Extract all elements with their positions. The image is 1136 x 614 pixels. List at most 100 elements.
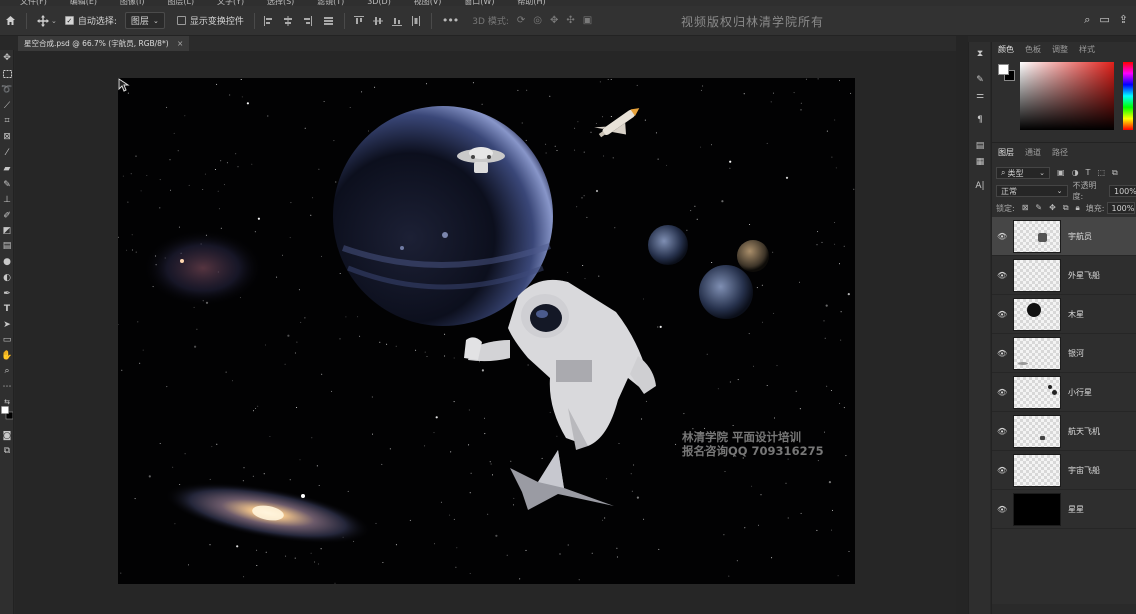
path-selection-tool-icon[interactable]: ➤ xyxy=(1,319,13,331)
menu-filter[interactable]: 滤镜(T) xyxy=(317,0,344,6)
quick-select-tool-icon[interactable]: ⟋ xyxy=(1,100,13,112)
quick-mask-icon[interactable]: ◙ xyxy=(1,430,13,442)
layer-row[interactable]: 👁︎ 航天飞机 xyxy=(992,412,1136,451)
tab-paths[interactable]: 路径 xyxy=(1052,147,1068,158)
tab-color[interactable]: 颜色 xyxy=(998,44,1014,55)
screen-mode-icon[interactable]: ⧉ xyxy=(1,445,13,457)
crop-tool-icon[interactable]: ⌗ xyxy=(1,115,13,127)
brush-settings-icon[interactable]: ✎ xyxy=(974,74,986,86)
chevron-down-icon[interactable]: ⌄ xyxy=(51,17,57,25)
rectangle-tool-icon[interactable]: ▭ xyxy=(1,334,13,346)
visibility-eye-icon[interactable]: 👁︎ xyxy=(997,505,1009,514)
visibility-eye-icon[interactable]: 👁︎ xyxy=(997,427,1009,436)
tab-layers[interactable]: 图层 xyxy=(998,147,1014,158)
layer-row[interactable]: 👁︎ 宇航员 xyxy=(992,217,1136,256)
align-right-icon[interactable] xyxy=(302,15,312,26)
visibility-eye-icon[interactable]: 👁︎ xyxy=(997,271,1009,280)
libraries-icon[interactable]: ▤ xyxy=(974,140,986,152)
menu-3d[interactable]: 3D(D) xyxy=(367,0,391,6)
more-options-icon[interactable]: ••• xyxy=(442,14,459,27)
align-horizontal-center-icon[interactable] xyxy=(283,15,293,26)
filter-pixel-icon[interactable]: ▣ xyxy=(1057,168,1065,178)
layer-row[interactable]: 👁︎ 小行星 xyxy=(992,373,1136,412)
document-canvas[interactable]: 林清学院 平面设计培训 报名咨询QQ 709316275 xyxy=(118,78,855,584)
paragraph-icon[interactable]: ¶ xyxy=(974,114,986,126)
zoom-tool-icon[interactable]: ⌕ xyxy=(1,365,13,377)
eraser-tool-icon[interactable]: ◩ xyxy=(1,225,13,237)
layer-filter-dropdown[interactable]: ⌕ 类型 ⌄ xyxy=(996,167,1050,179)
menu-layer[interactable]: 图层(L) xyxy=(167,0,194,6)
foreground-background-swatch[interactable] xyxy=(998,64,1016,82)
lasso-tool-icon[interactable]: ➰ xyxy=(1,84,13,96)
orbit-3d-icon[interactable]: ⟳ xyxy=(517,15,525,26)
align-left-icon[interactable] xyxy=(263,15,274,26)
menu-window[interactable]: 窗口(W) xyxy=(464,0,494,6)
tab-channels[interactable]: 通道 xyxy=(1025,147,1041,158)
hue-slider[interactable] xyxy=(1123,62,1133,130)
foreground-color-swatch[interactable] xyxy=(998,64,1009,75)
healing-brush-tool-icon[interactable]: ▰ xyxy=(1,163,13,175)
layer-row[interactable]: 👁︎ 宇宙飞船 xyxy=(992,451,1136,490)
opacity-input[interactable]: 100% xyxy=(1109,185,1136,197)
distribute-vertical-icon[interactable] xyxy=(411,15,421,26)
more-tools-icon[interactable]: ⋯ xyxy=(1,381,13,393)
gradient-tool-icon[interactable]: ▤ xyxy=(1,240,13,252)
visibility-eye-icon[interactable]: 👁︎ xyxy=(997,349,1009,358)
tab-swatches[interactable]: 色板 xyxy=(1025,44,1041,55)
menu-view[interactable]: 视图(V) xyxy=(414,0,442,6)
history-brush-tool-icon[interactable]: ✐ xyxy=(1,210,13,222)
lock-transparent-icon[interactable]: ⊠ xyxy=(1022,203,1029,213)
visibility-eye-icon[interactable]: 👁︎ xyxy=(997,310,1009,319)
adjustments-icon[interactable]: ⚌ xyxy=(974,90,986,102)
menu-select[interactable]: 选择(S) xyxy=(267,0,294,6)
layer-row[interactable]: 👁︎ 银河 xyxy=(992,334,1136,373)
hand-tool-icon[interactable]: ✋ xyxy=(1,350,13,362)
visibility-eye-icon[interactable]: 👁︎ xyxy=(997,232,1009,241)
menu-type[interactable]: 文字(Y) xyxy=(217,0,244,6)
filter-smart-object-icon[interactable]: ⧉ xyxy=(1112,168,1118,178)
color-picker-field[interactable] xyxy=(1020,62,1114,130)
lock-position-icon[interactable]: ✥ xyxy=(1049,203,1056,213)
scale-3d-icon[interactable]: ▣ xyxy=(583,15,592,26)
workspace-icon[interactable]: ▭ xyxy=(1099,13,1109,27)
tab-adjustments[interactable]: 调整 xyxy=(1052,44,1068,55)
close-icon[interactable]: × xyxy=(177,39,183,48)
pen-tool-icon[interactable]: ✒ xyxy=(1,288,13,300)
layer-row[interactable]: 👁︎ 外星飞船 xyxy=(992,256,1136,295)
color-swatch-icon[interactable] xyxy=(1,406,13,420)
filter-adjustment-icon[interactable]: ◑ xyxy=(1072,168,1079,178)
align-vertical-center-icon[interactable] xyxy=(372,16,383,26)
share-icon[interactable]: ⇪ xyxy=(1119,13,1128,27)
layer-row[interactable]: 👁︎ 木星 xyxy=(992,295,1136,334)
blur-tool-icon[interactable]: ● xyxy=(1,256,13,268)
fill-input[interactable]: 100% xyxy=(1106,202,1135,214)
menu-image[interactable]: 图像(I) xyxy=(120,0,145,6)
lock-image-icon[interactable]: ✎ xyxy=(1035,203,1042,213)
history-icon[interactable]: ⧗ xyxy=(974,48,986,60)
dodge-tool-icon[interactable]: ◐ xyxy=(1,272,13,284)
document-tab[interactable]: 星空合成.psd @ 66.7% (宇航员, RGB/8*) × xyxy=(18,36,190,51)
auto-select-target-dropdown[interactable]: 图层 ⌄ xyxy=(124,12,165,29)
roll-3d-icon[interactable]: ◎ xyxy=(533,15,542,26)
align-bottom-icon[interactable] xyxy=(391,16,402,26)
layer-row[interactable]: 👁︎ 星星 xyxy=(992,490,1136,529)
distribute-icon[interactable] xyxy=(324,16,334,26)
menu-file[interactable]: 文件(F) xyxy=(20,0,47,6)
eyedropper-tool-icon[interactable]: ⁄ xyxy=(1,147,13,159)
frame-tool-icon[interactable]: ⊠ xyxy=(1,131,13,143)
menu-edit[interactable]: 编辑(E) xyxy=(70,0,97,6)
auto-select-checkbox[interactable]: ✓ 自动选择: xyxy=(64,14,117,27)
slide-3d-icon[interactable]: ✣ xyxy=(566,15,574,26)
move-tool-icon[interactable] xyxy=(37,14,49,27)
lock-artboard-icon[interactable]: ⧉ xyxy=(1063,203,1069,213)
visibility-eye-icon[interactable]: 👁︎ xyxy=(997,466,1009,475)
search-icon[interactable]: ⌕ xyxy=(1084,13,1090,27)
home-icon[interactable] xyxy=(5,15,16,26)
move-tool-icon[interactable]: ✥ xyxy=(1,52,13,64)
clone-stamp-tool-icon[interactable]: ⊥ xyxy=(1,194,13,206)
lock-all-icon[interactable]: 🔒︎ xyxy=(1076,203,1080,213)
marquee-tool-icon[interactable] xyxy=(1,68,13,80)
tab-styles[interactable]: 样式 xyxy=(1079,44,1095,55)
blend-mode-dropdown[interactable]: 正常 ⌄ xyxy=(996,185,1068,197)
align-top-icon[interactable] xyxy=(353,15,364,26)
